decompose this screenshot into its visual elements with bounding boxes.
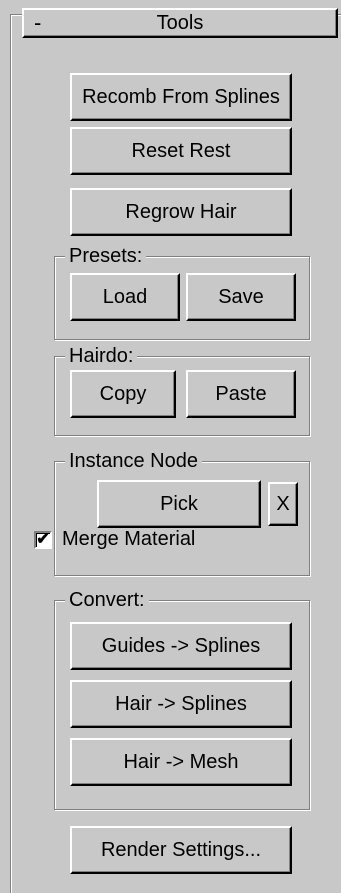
load-preset-button[interactable]: Load (70, 273, 180, 321)
instance-node-label: Instance Node (65, 449, 202, 473)
convert-label: Convert: (65, 588, 149, 612)
render-settings-button[interactable]: Render Settings... (70, 826, 292, 874)
tools-rollout-header[interactable]: - Tools (22, 8, 338, 38)
rollout-title: Tools (156, 12, 204, 34)
save-preset-button[interactable]: Save (186, 273, 296, 321)
merge-material-checkbox[interactable]: ✔ Merge Material (34, 528, 195, 551)
reset-rest-button[interactable]: Reset Rest (70, 127, 292, 175)
checkbox-check-icon[interactable]: ✔ (34, 530, 52, 549)
clear-instance-node-button[interactable]: X (268, 482, 298, 526)
hair-to-splines-button[interactable]: Hair -> Splines (70, 680, 292, 728)
paste-hairdo-button[interactable]: Paste (186, 370, 296, 418)
recomb-from-splines-button[interactable]: Recomb From Splines (70, 73, 292, 121)
presets-label: Presets: (65, 244, 147, 268)
merge-material-label: Merge Material (62, 528, 196, 550)
hair-to-mesh-button[interactable]: Hair -> Mesh (70, 738, 292, 786)
copy-hairdo-button[interactable]: Copy (70, 370, 176, 418)
regrow-hair-button[interactable]: Regrow Hair (70, 188, 292, 236)
pick-instance-node-button[interactable]: Pick (97, 480, 261, 528)
hairdo-label: Hairdo: (65, 344, 138, 368)
guides-to-splines-button[interactable]: Guides -> Splines (70, 622, 292, 670)
